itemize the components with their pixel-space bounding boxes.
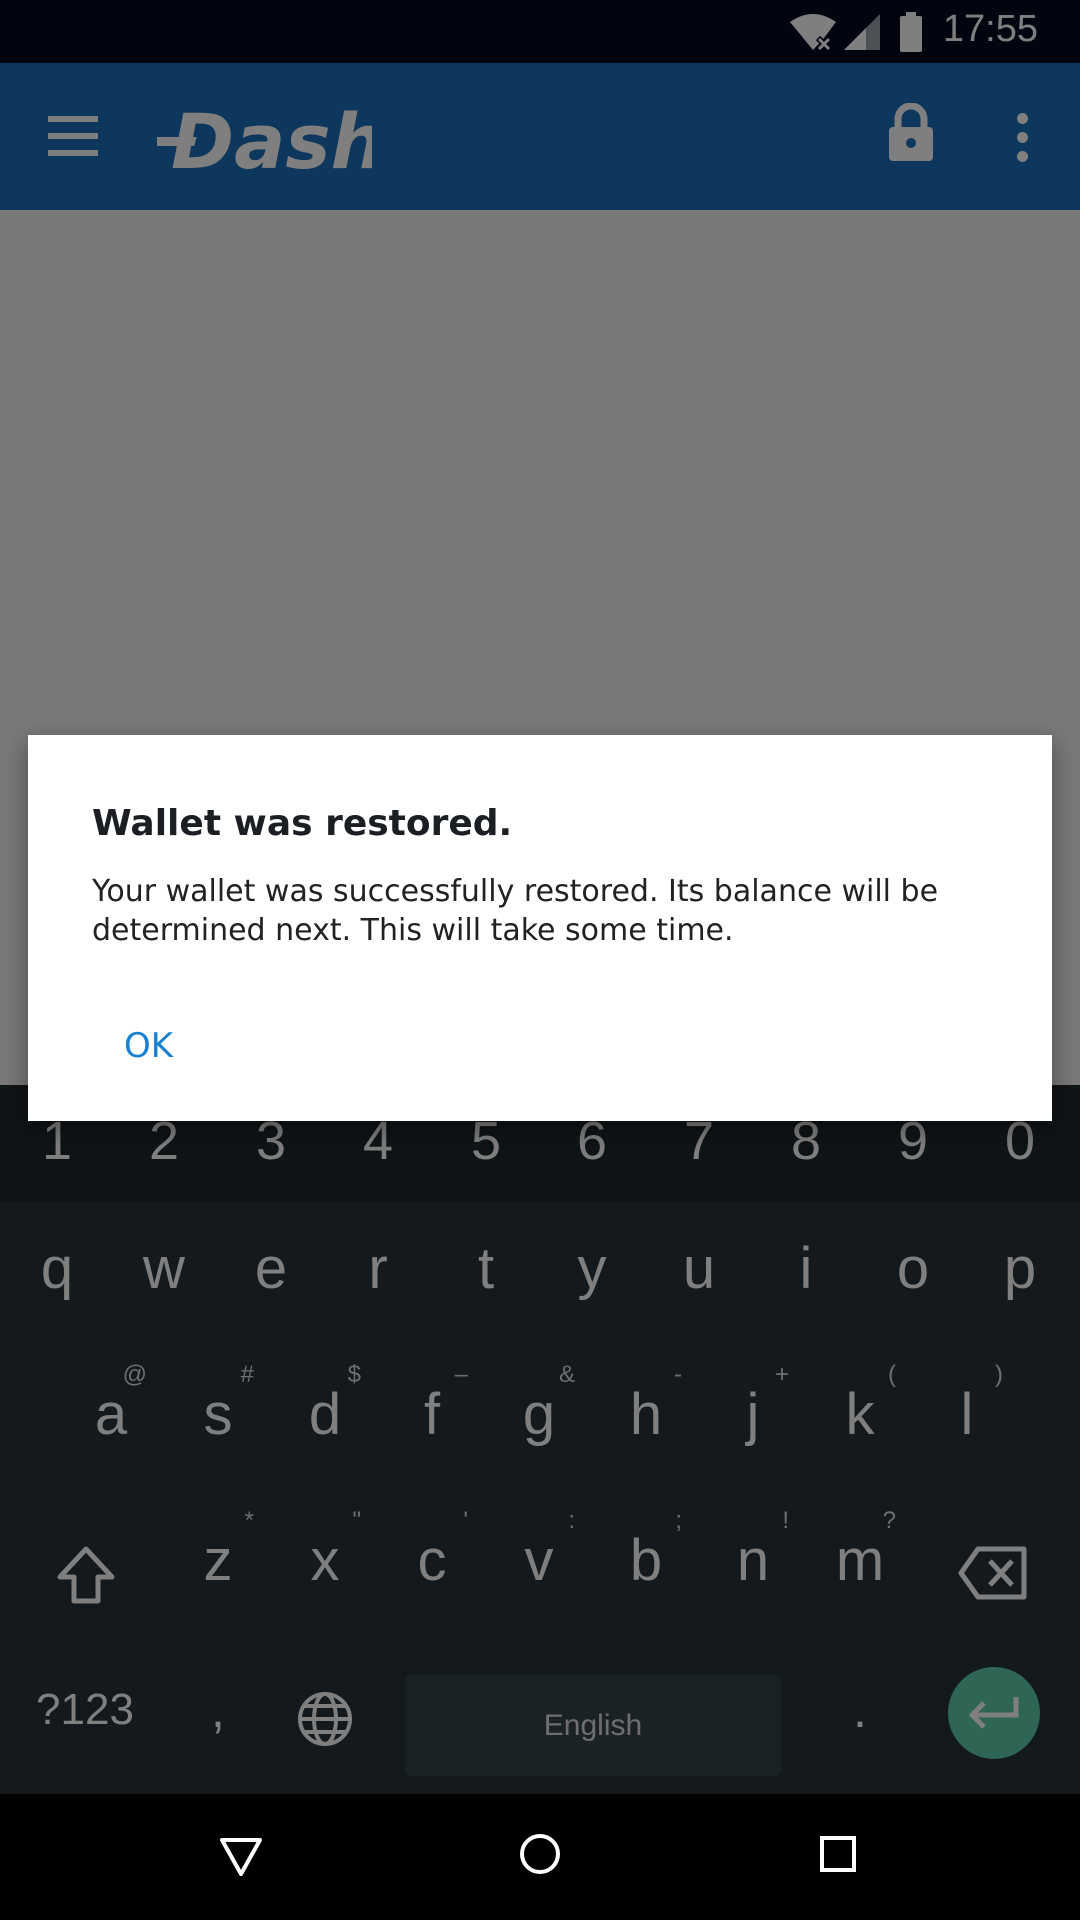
wallet-restored-dialog: Wallet was restored. Your wallet was suc… [28,735,1052,1121]
dialog-title: Wallet was restored. [92,803,513,844]
back-icon[interactable] [218,1834,264,1880]
navigation-bar [0,1794,1080,1920]
dialog-message: Your wallet was successfully restored. I… [92,874,939,948]
home-icon[interactable] [518,1832,562,1876]
recents-icon[interactable] [818,1834,858,1874]
ok-button[interactable]: OK [114,1020,183,1072]
